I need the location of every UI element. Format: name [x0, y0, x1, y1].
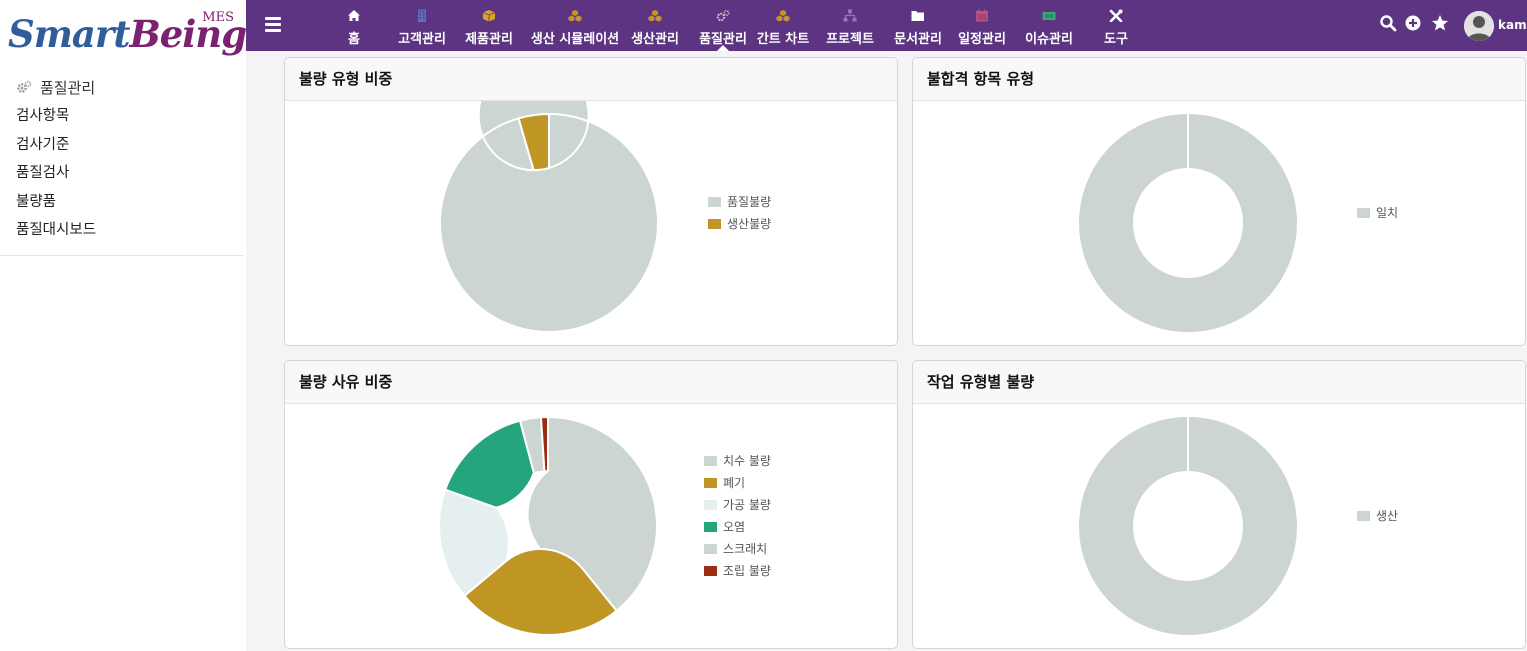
panel-defect-by-work-type: 작업 유형별 불량 생산 [912, 360, 1526, 649]
nav-item-9[interactable]: 일정관리 [953, 0, 1011, 51]
sidebar-item-inspection-items[interactable]: 검사항목 [0, 102, 244, 131]
sitemap-icon [843, 9, 857, 22]
nav-item-2[interactable]: 제품관리 [460, 0, 518, 51]
nav-item-label: 홈 [348, 32, 360, 47]
legend-swatch [704, 544, 717, 554]
search-icon[interactable] [1379, 14, 1397, 32]
nav-item-6[interactable]: 간트 차트 [753, 0, 813, 51]
chart-defect-reason-ratio: 치수 불량폐기가공 불량오염스크래치조립 불량 [438, 415, 771, 636]
logo[interactable]: SmartBeing MES [8, 6, 247, 56]
legend-swatch [704, 522, 717, 532]
legend-label[interactable]: 폐기 [723, 476, 745, 490]
nav-item-label: 품질관리 [699, 32, 747, 47]
nav-item-1[interactable]: 고객관리 [393, 0, 451, 51]
nav-item-label: 도구 [1104, 32, 1128, 47]
panel-title: 불량 사유 비중 [285, 361, 897, 404]
nav-item-5[interactable]: 품질관리 [694, 0, 752, 51]
legend-swatch [708, 219, 721, 229]
nav-item-11[interactable]: 도구 [1098, 0, 1134, 51]
nav-item-label: 제품관리 [465, 32, 513, 47]
star-icon[interactable] [1431, 14, 1449, 32]
legend-label[interactable]: 생산 [1376, 509, 1398, 523]
legend-swatch [704, 456, 717, 466]
nav-item-3[interactable]: 생산 시뮬레이션 [527, 0, 623, 51]
cubes-icon [648, 10, 662, 22]
nav-item-label: 이슈관리 [1025, 32, 1073, 47]
nav-item-label: 문서관리 [894, 32, 942, 47]
sidebar-item-quality-inspection[interactable]: 품질검사 [0, 159, 244, 188]
chart-failed-item-type: 일치 [1079, 114, 1398, 332]
sidebar-item-defective-products[interactable]: 불량품 [0, 188, 244, 217]
panel-failed-item-type: 불합격 항목 유형 일치 [912, 57, 1526, 346]
cubes-icon [776, 10, 790, 22]
menu-toggle-icon[interactable] [265, 17, 281, 33]
logo-tag: MES [202, 10, 234, 25]
legend-swatch [704, 478, 717, 488]
legend-label[interactable]: 품질불량 [727, 195, 771, 209]
nav-item-label: 일정관리 [958, 32, 1006, 47]
nav-item-label: 프로젝트 [826, 32, 874, 47]
legend-label[interactable]: 스크래치 [723, 542, 767, 556]
sidebar-item-quality-dashboard[interactable]: 품질대시보드 [0, 216, 244, 245]
avatar[interactable] [1464, 11, 1494, 41]
legend-label[interactable]: 오염 [723, 520, 745, 534]
nav-item-0[interactable]: 홈 [341, 0, 367, 51]
legend-label[interactable]: 조립 불량 [723, 564, 771, 578]
nav-item-10[interactable]: 이슈관리 [1020, 0, 1078, 51]
username[interactable]: kame [1498, 18, 1527, 32]
pie-slice[interactable] [443, 419, 535, 509]
legend-label[interactable]: 치수 불량 [723, 454, 771, 468]
chart-defect-by-work-type: 생산 [1079, 417, 1398, 635]
sidebar-section-label: 품질관리 [40, 78, 96, 97]
panel-defect-reason-ratio: 불량 사유 비중 치수 불량폐기가공 불량오염스크래치조립 불량 [284, 360, 898, 649]
box-icon [482, 10, 496, 22]
nav-item-label: 생산 시뮬레이션 [530, 32, 620, 47]
legend-label[interactable]: 가공 불량 [723, 498, 771, 512]
sidebar-section-quality[interactable]: 품질관리 [0, 72, 244, 102]
legend-label[interactable]: 일치 [1376, 206, 1398, 220]
legend-swatch [1357, 208, 1370, 218]
top-navbar: 홈 고객관리 제품관리 생산 시뮬레이션 생산관리 품질관리 간트 차트 프로젝트 문서관리 일정… [246, 0, 1527, 51]
folder-icon [911, 11, 924, 21]
nav-item-8[interactable]: 문서관리 [889, 0, 947, 51]
building-icon [418, 9, 426, 22]
nav-item-4[interactable]: 생산관리 [626, 0, 684, 51]
gears-icon [17, 80, 32, 93]
legend-label[interactable]: 생산불량 [727, 217, 771, 231]
legend-swatch [1357, 511, 1370, 521]
chart-defect-type-ratio: 품질불량생산불량 [439, 101, 771, 333]
nav-item-label: 고객관리 [398, 32, 446, 47]
gears-icon [716, 9, 730, 22]
home-icon [348, 10, 360, 21]
nav-item-label: 생산관리 [631, 32, 679, 47]
add-circle-icon[interactable] [1404, 14, 1422, 32]
nav-item-label: 간트 차트 [756, 32, 810, 47]
panel-title: 불합격 항목 유형 [913, 58, 1525, 101]
legend-swatch [708, 197, 721, 207]
tools-icon [1109, 9, 1123, 22]
panel-title: 작업 유형별 불량 [913, 361, 1525, 404]
ticket-icon [1042, 12, 1056, 20]
legend-swatch [704, 500, 717, 510]
user-avatar-icon [1464, 11, 1494, 41]
cubes-icon [568, 10, 582, 22]
calendar-icon [976, 9, 988, 22]
sidebar: SmartBeing MES 품질관리 검사항목 검사기준 품질검사 불량품 품… [0, 0, 247, 651]
panel-defect-type-ratio: 불량 유형 비중 품질불량생산불량 [284, 57, 898, 346]
sidebar-menu: 품질관리 검사항목 검사기준 품질검사 불량품 품질대시보드 [0, 72, 244, 256]
sidebar-item-inspection-standards[interactable]: 검사기준 [0, 131, 244, 160]
nav-item-7[interactable]: 프로젝트 [821, 0, 879, 51]
panel-title: 불량 유형 비중 [285, 58, 897, 101]
legend-swatch [704, 566, 717, 576]
